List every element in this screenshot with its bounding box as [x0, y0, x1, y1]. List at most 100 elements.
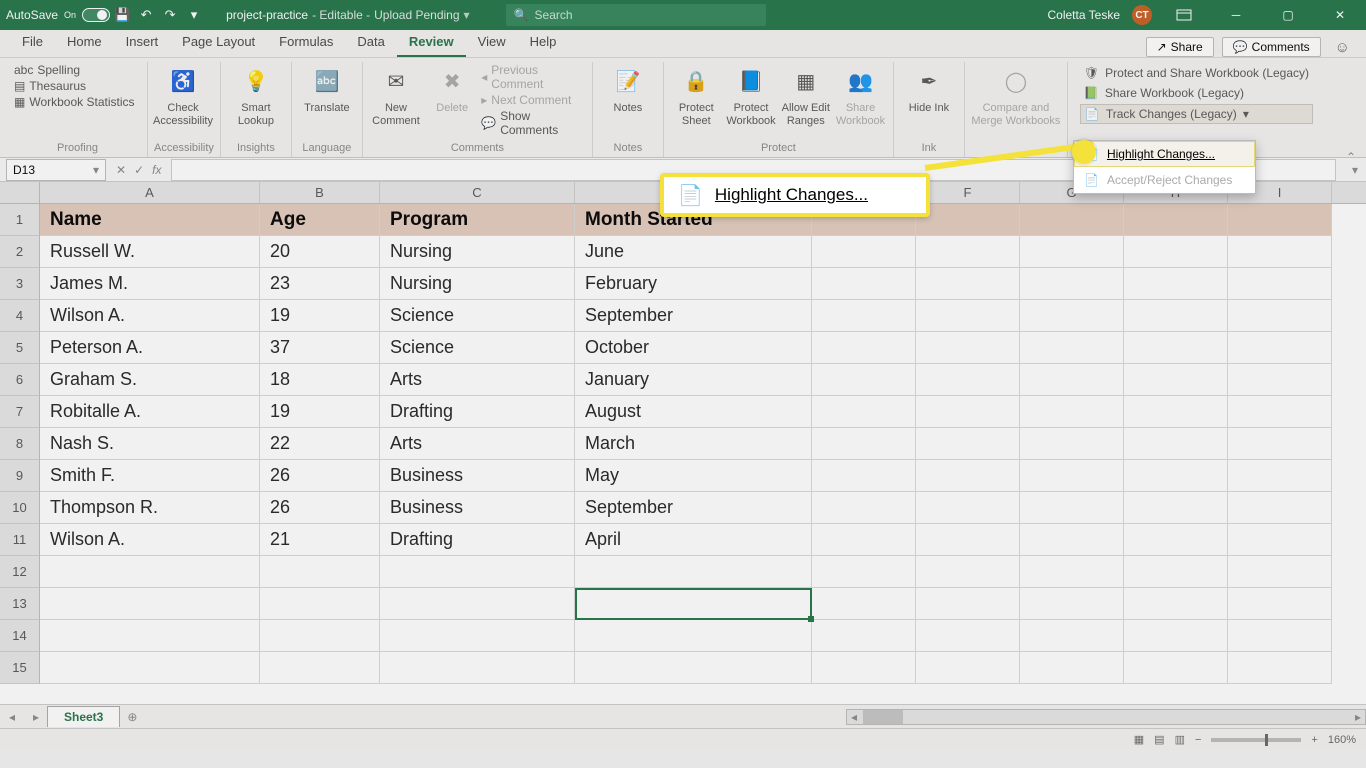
cell[interactable] [575, 620, 812, 652]
cell[interactable] [1020, 332, 1124, 364]
cell[interactable] [916, 268, 1020, 300]
cell[interactable] [260, 652, 380, 684]
cell-header[interactable] [916, 204, 1020, 236]
cell[interactable] [380, 588, 575, 620]
zoom-slider[interactable] [1211, 738, 1301, 742]
select-all-corner[interactable] [0, 182, 40, 203]
tab-page-layout[interactable]: Page Layout [170, 28, 267, 57]
cell[interactable]: Science [380, 300, 575, 332]
redo-button[interactable]: ↷ [158, 3, 182, 27]
view-break-icon[interactable]: ▥ [1175, 733, 1185, 746]
cell[interactable] [1124, 332, 1228, 364]
share-workbook-legacy-button[interactable]: 📗Share Workbook (Legacy) [1080, 84, 1313, 102]
cell[interactable] [1124, 300, 1228, 332]
cell[interactable] [1228, 236, 1332, 268]
cell[interactable] [380, 620, 575, 652]
confirm-fx-button[interactable]: ✓ [134, 163, 144, 177]
zoom-level[interactable]: 160% [1328, 734, 1356, 746]
col-header-A[interactable]: A [40, 182, 260, 203]
cell[interactable] [1020, 268, 1124, 300]
sheet-prev-button[interactable]: ◂ [0, 710, 24, 724]
cell[interactable] [1020, 588, 1124, 620]
cell[interactable] [1228, 460, 1332, 492]
cell[interactable] [916, 428, 1020, 460]
hide-ink-button[interactable]: ✒Hide Ink [900, 62, 958, 115]
cell[interactable]: January [575, 364, 812, 396]
cell[interactable] [1228, 556, 1332, 588]
cell[interactable]: June [575, 236, 812, 268]
row-header[interactable]: 4 [0, 300, 40, 332]
cell[interactable] [1020, 396, 1124, 428]
tab-formulas[interactable]: Formulas [267, 28, 345, 57]
allow-edit-ranges-button[interactable]: ▦Allow Edit Ranges [779, 62, 832, 127]
cell[interactable] [575, 652, 812, 684]
cell[interactable] [1020, 460, 1124, 492]
user-avatar[interactable]: CT [1132, 5, 1152, 25]
cell[interactable]: April [575, 524, 812, 556]
row-header[interactable]: 12 [0, 556, 40, 588]
cell[interactable]: Russell W. [40, 236, 260, 268]
cell[interactable]: 19 [260, 396, 380, 428]
tab-file[interactable]: File [10, 28, 55, 57]
qat-dropdown[interactable]: ▾ [182, 3, 206, 27]
cell[interactable]: October [575, 332, 812, 364]
cell-header[interactable]: Age [260, 204, 380, 236]
cell[interactable] [812, 428, 916, 460]
protect-share-legacy-button[interactable]: 🛡Protect and Share Workbook (Legacy) [1080, 64, 1313, 82]
cell[interactable] [1124, 492, 1228, 524]
cell[interactable] [1228, 268, 1332, 300]
cell[interactable] [812, 300, 916, 332]
col-header-B[interactable]: B [260, 182, 380, 203]
track-changes-button[interactable]: 📄Track Changes (Legacy)▾ [1080, 104, 1313, 124]
cell[interactable] [1124, 268, 1228, 300]
cell[interactable] [916, 492, 1020, 524]
cell[interactable]: 23 [260, 268, 380, 300]
cell[interactable]: James M. [40, 268, 260, 300]
cell[interactable]: 21 [260, 524, 380, 556]
show-comments-button[interactable]: 💬Show Comments [481, 109, 586, 137]
cell[interactable]: Business [380, 460, 575, 492]
cell-header[interactable]: Name [40, 204, 260, 236]
cell[interactable]: 19 [260, 300, 380, 332]
close-button[interactable]: ✕ [1320, 0, 1360, 30]
cell[interactable]: Nursing [380, 268, 575, 300]
cell[interactable] [1020, 620, 1124, 652]
cell[interactable]: 26 [260, 492, 380, 524]
cell[interactable] [260, 620, 380, 652]
row-header[interactable]: 8 [0, 428, 40, 460]
spelling-button[interactable]: abcSpelling [14, 63, 135, 77]
cell[interactable]: May [575, 460, 812, 492]
undo-button[interactable]: ↶ [134, 3, 158, 27]
row-header[interactable]: 13 [0, 588, 40, 620]
horizontal-scrollbar[interactable]: ◂▸ [846, 709, 1366, 725]
cell[interactable] [812, 652, 916, 684]
cell[interactable] [916, 364, 1020, 396]
cell[interactable] [1228, 620, 1332, 652]
cell[interactable]: Nash S. [40, 428, 260, 460]
cell[interactable] [1228, 396, 1332, 428]
cell[interactable] [812, 620, 916, 652]
tab-help[interactable]: Help [518, 28, 569, 57]
tab-review[interactable]: Review [397, 28, 466, 57]
cell[interactable] [1228, 428, 1332, 460]
check-accessibility-button[interactable]: ♿Check Accessibility [154, 62, 212, 127]
cell[interactable]: 26 [260, 460, 380, 492]
cell[interactable] [1228, 652, 1332, 684]
cell[interactable] [1228, 492, 1332, 524]
cell[interactable] [916, 300, 1020, 332]
cell[interactable] [812, 588, 916, 620]
cell[interactable]: September [575, 300, 812, 332]
smart-lookup-button[interactable]: 💡Smart Lookup [227, 62, 285, 127]
thesaurus-button[interactable]: ▤Thesaurus [14, 79, 135, 93]
cell[interactable]: Thompson R. [40, 492, 260, 524]
cell[interactable] [380, 652, 575, 684]
cell[interactable] [1228, 588, 1332, 620]
name-box[interactable]: D13▾ [6, 159, 106, 181]
cell[interactable] [1228, 524, 1332, 556]
cell[interactable] [40, 620, 260, 652]
scroll-thumb[interactable] [863, 710, 903, 724]
col-header-F[interactable]: F [916, 182, 1020, 203]
cell[interactable] [1124, 364, 1228, 396]
cell[interactable] [1228, 332, 1332, 364]
cell[interactable] [916, 460, 1020, 492]
